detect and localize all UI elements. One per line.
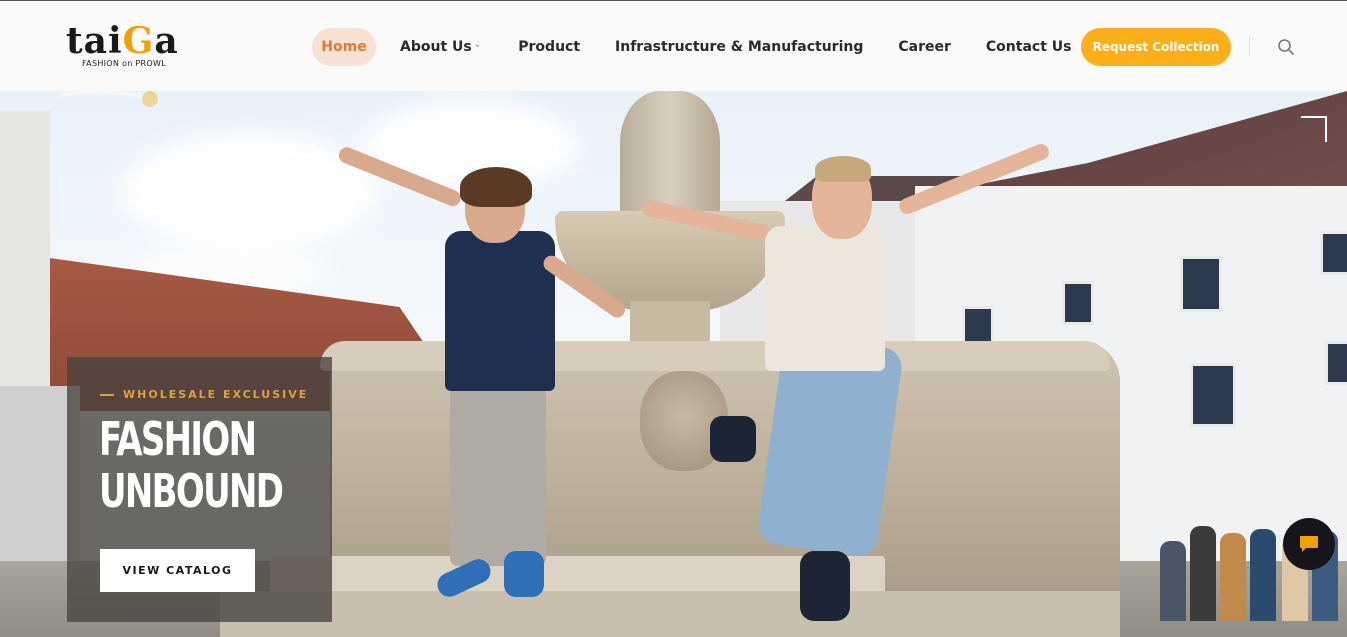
request-collection-button[interactable]: Request Collection — [1081, 28, 1231, 66]
hero-eyebrow: WHOLESALE EXCLUSIVE — [100, 388, 308, 401]
headline-line-2: UNBOUND — [99, 464, 284, 518]
corner-frame — [1301, 116, 1327, 142]
search-icon[interactable] — [1277, 38, 1295, 56]
nav-item-infrastructure-manufacturing[interactable]: Infrastructure & Manufacturing — [615, 28, 863, 66]
chat-bubble-icon — [1300, 536, 1318, 552]
header-divider — [1249, 37, 1250, 57]
logo-tagline: FASHION on PROWL — [82, 59, 166, 68]
main-nav: Home About Us ⌄ Product Infrastructure &… — [312, 28, 1071, 66]
site-header: taiGa FASHION on PROWL Home About Us ⌄ P… — [0, 0, 1347, 91]
headline-line-1: FASHION — [99, 412, 257, 466]
nav-item-contact-us[interactable]: Contact Us — [986, 28, 1072, 66]
chat-widget-button[interactable] — [1283, 518, 1335, 570]
nav-item-product[interactable]: Product — [518, 28, 580, 66]
nav-item-about-us[interactable]: About Us ⌄ — [400, 28, 481, 66]
nav-item-home[interactable]: Home — [312, 28, 376, 66]
logo-wordmark: taiGa — [66, 20, 179, 62]
watermark-logo — [59, 91, 158, 107]
hero-headline: FASHION UNBOUND — [99, 413, 288, 517]
nav-item-career[interactable]: Career — [898, 28, 951, 66]
brand-logo[interactable]: taiGa FASHION on PROWL — [66, 21, 196, 81]
nav-item-label: About Us — [400, 39, 472, 55]
chevron-down-icon: ⌄ — [473, 40, 482, 50]
eyebrow-text: WHOLESALE EXCLUSIVE — [123, 388, 309, 401]
view-catalog-button[interactable]: VIEW CATALOG — [100, 549, 255, 592]
hero-promo-card: WHOLESALE EXCLUSIVE FASHION UNBOUND VIEW… — [67, 357, 332, 622]
